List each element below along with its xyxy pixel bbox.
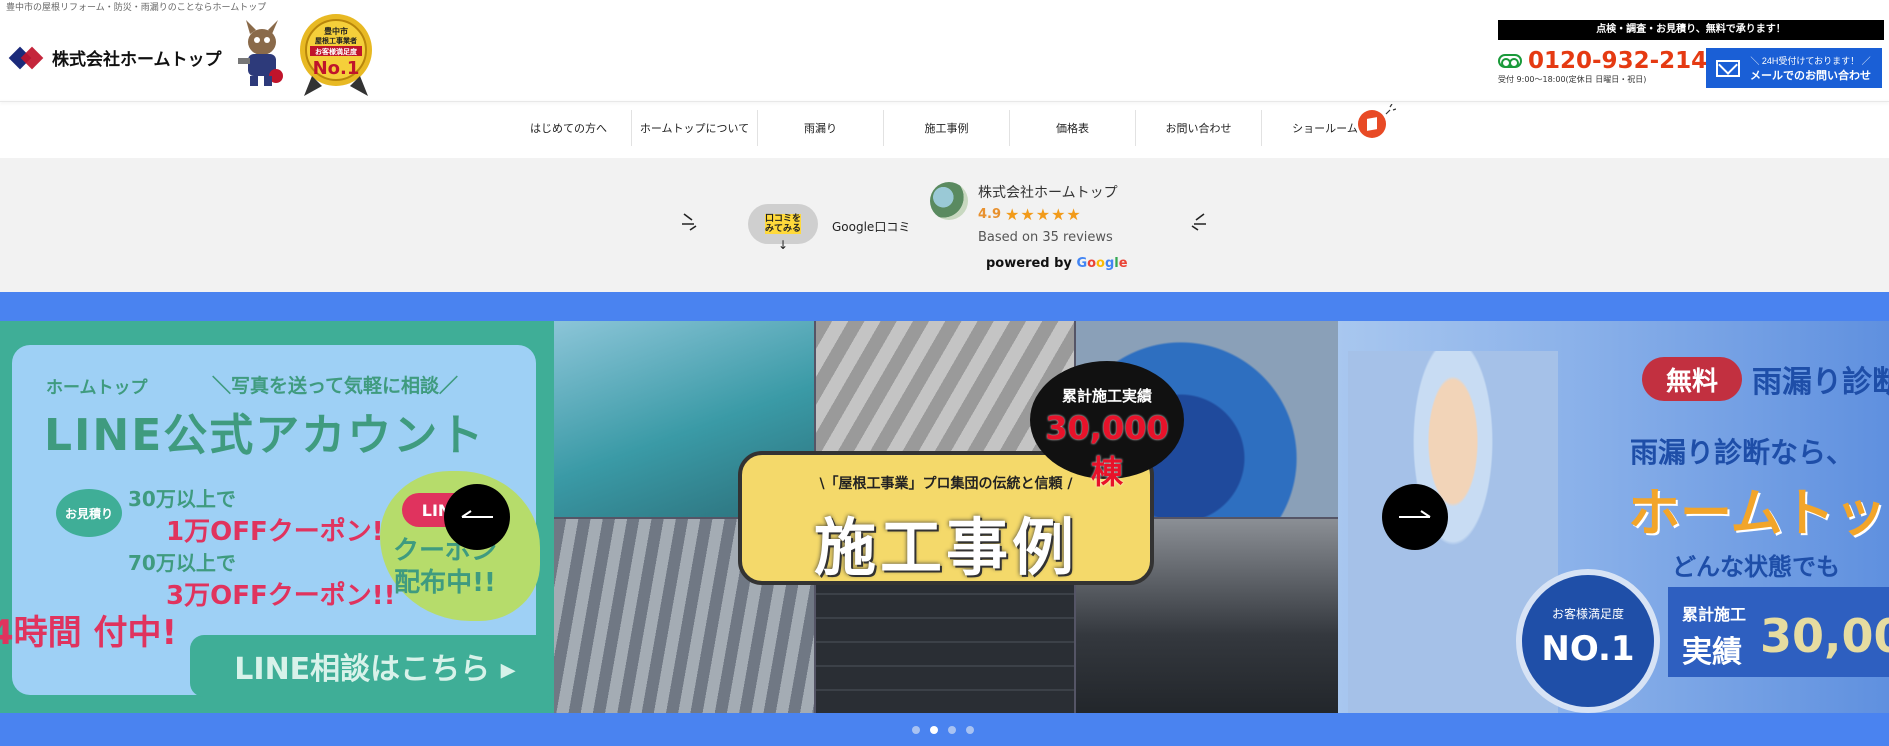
business-avatar — [930, 182, 968, 220]
spark-lines-left-icon — [682, 213, 697, 231]
arrow-left-icon — [461, 510, 493, 518]
view-reviews-line1: 口コミを — [764, 214, 801, 224]
hero-carousel: ホームトップ ＼写真を送って気軽に相談／ LINE公式アカウント お見積り 30… — [0, 292, 1889, 746]
down-arrow-icon: ↓ — [778, 238, 789, 252]
leak-line3: どんな状態でも — [1672, 553, 1840, 581]
mascot-icon — [238, 20, 283, 86]
showroom-icon — [1358, 110, 1386, 138]
google-reviews-label: Google口コミ — [832, 220, 911, 234]
business-name-link[interactable]: 株式会社ホームトップ — [978, 182, 1118, 202]
logo-mark-icon — [8, 44, 46, 70]
carousel-prev-button[interactable] — [444, 484, 510, 550]
powered-by-google: powered by Google — [986, 256, 1128, 271]
mail-button-label: メールでのお問い合わせ — [1750, 69, 1871, 82]
carousel-dot[interactable] — [930, 726, 938, 734]
record-word: 実績 — [1682, 635, 1742, 670]
cases-record-value: 30,000棟 — [1045, 409, 1169, 491]
badge-line2: 屋根工事業者 — [315, 36, 357, 45]
coupon2-value: 3万OFFクーポン!! — [166, 581, 396, 611]
header-divider — [0, 101, 1889, 102]
leak-line2: ホームトッ — [1628, 484, 1887, 544]
nav-item-cases[interactable]: 施工事例 — [884, 110, 1010, 146]
satisfaction-no1-badge: 豊中市 屋根工事業者 お客様満足度 No.1 — [300, 14, 372, 96]
slide-construction-cases[interactable]: \「屋根工事業」プロ集団の伝統と信頼 / 施工事例 累計施工実績 30,000棟 — [554, 321, 1338, 713]
site-logo[interactable]: 株式会社ホームトップ — [8, 44, 222, 70]
line-slide-subtitle: ＼写真を送って気軽に相談／ — [212, 375, 459, 397]
cases-title: 施工事例 — [813, 511, 1078, 584]
badge-line3: お客様満足度 — [315, 47, 358, 56]
google-letter: o — [1087, 256, 1097, 271]
line-24h-text: 4時間 付中! — [0, 613, 177, 653]
carousel-next-button[interactable] — [1382, 484, 1448, 550]
free-inspection-strip: 点検・調査・お見積り、無料で承ります！ — [1498, 20, 1884, 40]
coupon1-condition: 30万以上で — [128, 487, 236, 511]
powered-by-prefix: powered by — [986, 256, 1077, 271]
mail-button-note: ＼ 24H受付けております！ ／ — [1750, 55, 1871, 66]
mail-contact-button[interactable]: ＼ 24H受付けております！ ／ メールでのお問い合わせ — [1706, 48, 1882, 88]
nav-item-prices[interactable]: 価格表 — [1010, 110, 1136, 146]
cases-record-bubble: 累計施工実績 30,000棟 — [1030, 361, 1184, 491]
mail-icon — [1716, 59, 1740, 77]
badge-line4: No.1 — [313, 58, 360, 79]
rating-row: 4.9 ★★★★★ — [978, 205, 1082, 224]
nav-item-showroom-label: ショールーム — [1292, 122, 1358, 135]
view-reviews-line2: みてみる — [764, 224, 801, 234]
leak-free-badge: 無料 — [1642, 357, 1742, 401]
line-consult-button[interactable]: LINE相談はこちら ▸ — [190, 635, 554, 697]
sparkle-icon — [1385, 104, 1396, 115]
record-label: 累計施工 — [1682, 605, 1747, 624]
google-letter: e — [1118, 256, 1128, 271]
carousel-dot[interactable] — [966, 726, 974, 734]
nav-item-contact[interactable]: お問い合わせ — [1136, 110, 1262, 146]
review-count: Based on 35 reviews — [978, 230, 1113, 245]
leak-title: 雨漏り診断 — [1752, 365, 1889, 400]
main-nav: はじめての方へ ホームトップについて 雨漏り 施工事例 価格表 お問い合わせ シ… — [506, 104, 1396, 146]
nav-item-beginners[interactable]: はじめての方へ — [506, 110, 632, 146]
rating-value: 4.9 — [978, 207, 1002, 222]
medal-number: NO.1 — [1541, 629, 1635, 669]
line-slide-brand: ホームトップ — [46, 378, 148, 398]
carousel-dots — [912, 726, 974, 734]
leak-line1: 雨漏り診断なら、 — [1630, 436, 1855, 469]
line-slide-title: LINE公式アカウント — [44, 410, 486, 461]
nav-item-showroom[interactable]: ショールーム — [1262, 104, 1396, 146]
coupon2-condition: 70万以上で — [128, 551, 236, 575]
google-review-band — [0, 158, 1889, 292]
carousel-dot[interactable] — [912, 726, 920, 734]
google-letter: g — [1104, 256, 1115, 271]
badge-line1: 豊中市 — [324, 26, 348, 36]
google-letter: o — [1096, 256, 1105, 271]
spark-lines-right-icon — [1191, 213, 1206, 231]
record-box: 累計施工 実績 30,00 — [1668, 587, 1889, 677]
coupon1-value: 1万OFFクーポン!! — [166, 517, 396, 547]
google-letter: G — [1076, 256, 1088, 271]
logo-text: 株式会社ホームトップ — [52, 49, 222, 70]
record-value: 30,00 — [1760, 609, 1889, 663]
cases-record-label: 累計施工実績 — [1061, 387, 1152, 405]
arrow-right-icon — [1399, 510, 1431, 518]
carousel-dot[interactable] — [948, 726, 956, 734]
nav-item-about[interactable]: ホームトップについて — [632, 110, 758, 146]
free-dial-icon — [1498, 54, 1522, 68]
line-quote-badge: お見積り — [56, 489, 122, 537]
no1-medal: お客様満足度 NO.1 — [1516, 569, 1660, 713]
phone-link[interactable]: 0120-932-214 — [1498, 48, 1707, 74]
nav-item-leaks[interactable]: 雨漏り — [758, 110, 884, 146]
medal-caption: お客様満足度 — [1551, 607, 1624, 621]
business-hours: 受付 9:00〜18:00(定休日 日曜日・祝日) — [1498, 75, 1647, 84]
phone-number: 0120-932-214 — [1528, 48, 1708, 74]
rating-stars-icon: ★★★★★ — [1005, 205, 1082, 224]
site-tagline: 豊中市の屋根リフォーム・防災・雨漏りのことならホームトップ — [6, 3, 267, 13]
